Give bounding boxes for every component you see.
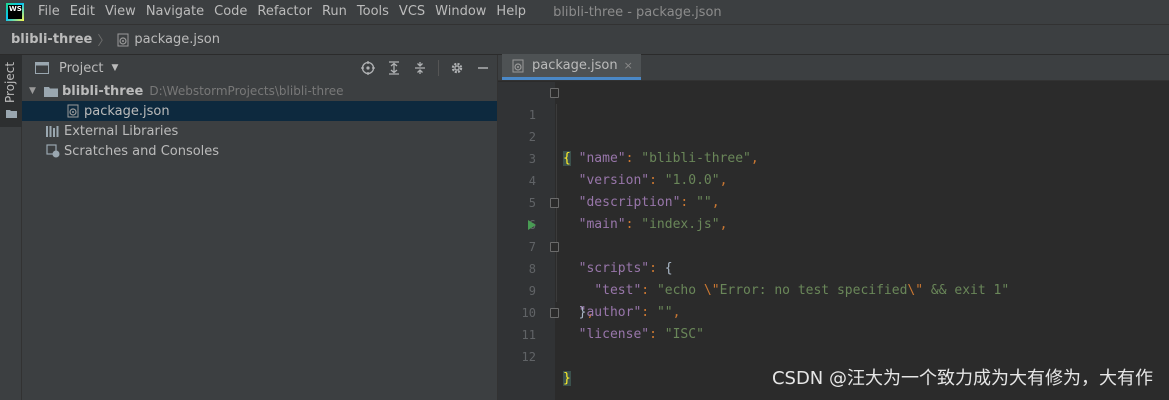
project-panel-title[interactable]: Project: [59, 61, 103, 76]
code-line: 1 {: [498, 82, 1169, 166]
tree-item-scratches[interactable]: Scratches and Consoles: [22, 141, 497, 161]
menu-run[interactable]: Run: [317, 0, 352, 24]
webstorm-logo-icon: WS: [6, 3, 24, 21]
chevron-down-icon[interactable]: ▼: [29, 86, 39, 96]
gear-icon[interactable]: [449, 60, 465, 76]
minimize-icon[interactable]: [475, 60, 491, 76]
npm-file-icon: [510, 58, 526, 74]
collapse-all-icon[interactable]: [412, 60, 428, 76]
locate-icon[interactable]: [360, 60, 376, 76]
editor-pane: package.json × 1 { 2 "name": "blibli-thr…: [498, 54, 1169, 400]
fold-marker-icon[interactable]: [550, 308, 559, 318]
code-line: 4 "description": "",: [498, 148, 1169, 210]
menu-vcs[interactable]: VCS: [394, 0, 430, 24]
tool-window-strip: Project: [0, 55, 22, 400]
breadcrumb-separator-icon: 〉: [97, 34, 111, 49]
chevron-down-icon[interactable]: ▼: [111, 63, 118, 73]
project-panel-toolbar: [360, 55, 491, 81]
folder-icon: [6, 107, 17, 122]
fold-marker-icon[interactable]: [550, 242, 559, 252]
menu-file[interactable]: File: [33, 0, 65, 24]
menu-help[interactable]: Help: [491, 0, 531, 24]
line-number: 12: [521, 350, 536, 364]
close-icon[interactable]: ×: [624, 59, 633, 72]
expand-all-icon[interactable]: [386, 60, 402, 76]
tab-package-json[interactable]: package.json ×: [502, 54, 641, 80]
library-icon: [45, 123, 61, 139]
npm-file-icon: [65, 103, 81, 119]
editor-tab-bar: package.json ×: [498, 54, 1169, 81]
tree-item-label: blibli-three: [62, 83, 144, 99]
code-line: 5 "main": "index.js",: [498, 170, 1169, 232]
fold-marker-icon[interactable]: [550, 88, 559, 98]
code-line: 6 "scripts": {: [498, 192, 1169, 276]
tree-item-label: package.json: [84, 103, 170, 119]
project-tool-tab[interactable]: Project: [0, 55, 22, 127]
tree-item-path: D:\WebstormProjects\blibli-three: [149, 84, 344, 98]
project-panel: Project ▼ ▼ blibli-three D:\WebstormProj…: [22, 55, 498, 400]
watermark: CSDN @汪大为一个致力成为大有修为，大有作: [771, 368, 1153, 389]
menu-navigate[interactable]: Navigate: [141, 0, 209, 24]
menu-bar: WS File Edit View Navigate Code Refactor…: [0, 0, 1169, 24]
tree-item-label: External Libraries: [64, 123, 179, 139]
menu-edit[interactable]: Edit: [65, 0, 100, 24]
code-editor[interactable]: 1 { 2 "name": "blibli-three", 3 "version…: [498, 82, 1169, 400]
code-line: 11 }: [498, 302, 1169, 386]
code-line: 9 "author": "",: [498, 258, 1169, 320]
scratches-icon: [45, 143, 61, 159]
folder-icon: [43, 83, 59, 99]
menu-tools[interactable]: Tools: [352, 0, 394, 24]
menu-code[interactable]: Code: [209, 0, 252, 24]
code-line: 2 "name": "blibli-three",: [498, 104, 1169, 166]
code-line: 8 },: [498, 236, 1169, 320]
breadcrumb-file-label: package.json: [134, 32, 220, 47]
tree-item-package-json[interactable]: package.json: [22, 101, 497, 121]
breadcrumb-file[interactable]: package.json: [115, 32, 220, 48]
code-line: 10 "license": "ISC": [498, 280, 1169, 342]
breadcrumb: blibli-three 〉 package.json: [0, 24, 1169, 55]
code-line: 12: [498, 324, 1169, 364]
tab-label: package.json: [532, 58, 618, 73]
menu-window[interactable]: Window: [430, 0, 491, 24]
fold-marker-icon[interactable]: [550, 198, 559, 208]
project-view-icon: [34, 60, 50, 76]
menu-view[interactable]: View: [100, 0, 141, 24]
run-script-icon[interactable]: [528, 220, 536, 230]
tree-item-project-root[interactable]: ▼ blibli-three D:\WebstormProjects\blibl…: [22, 81, 497, 101]
breadcrumb-project[interactable]: blibli-three: [11, 32, 92, 47]
toolbar-divider: [438, 60, 439, 76]
project-panel-header: Project ▼: [22, 55, 497, 81]
code-line: 7 "test": "echo \"Error: no test specifi…: [498, 214, 1169, 298]
tree-item-external-libraries[interactable]: External Libraries: [22, 121, 497, 141]
npm-file-icon: [115, 32, 131, 48]
menu-refactor[interactable]: Refactor: [252, 0, 317, 24]
tree-item-label: Scratches and Consoles: [64, 143, 220, 159]
project-tool-tab-label: Project: [3, 61, 17, 103]
code-token: }: [563, 371, 571, 386]
code-line: 3 "version": "1.0.0",: [498, 126, 1169, 188]
window-title: blibli-three - package.json: [553, 4, 722, 20]
logo-text: WS: [8, 5, 22, 19]
